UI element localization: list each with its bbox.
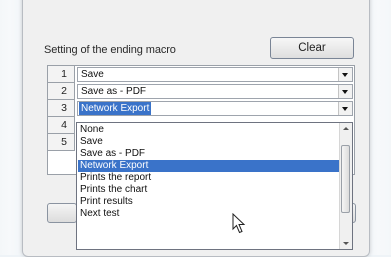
scroll-down-icon[interactable]	[340, 237, 352, 249]
mouse-pointer-icon	[232, 213, 246, 234]
scroll-thumb[interactable]	[341, 145, 350, 213]
dropdown-option[interactable]: Prints the report	[78, 172, 340, 184]
macro-select-value: Network Export	[79, 102, 152, 115]
dropdown-option[interactable]: Save	[78, 136, 340, 148]
grid-row: 1 Save	[48, 66, 354, 83]
dropdown-option[interactable]: Prints the chart	[78, 184, 340, 196]
row-number: 2	[48, 83, 75, 100]
bottom-left-button[interactable]	[47, 203, 77, 223]
macro-select[interactable]: Save	[77, 67, 353, 82]
macro-select-value: Save	[81, 69, 104, 80]
dropdown-scrollbar[interactable]	[339, 123, 352, 249]
macro-select-value: Save as - PDF	[81, 86, 147, 97]
grid-row: 2 Save as - PDF	[48, 83, 354, 100]
dropdown-option-selected[interactable]: Network Export	[78, 160, 340, 172]
section-title: Setting of the ending macro	[44, 44, 176, 56]
scroll-up-icon[interactable]	[340, 123, 352, 135]
dropdown-option[interactable]: Next test	[78, 208, 340, 220]
row-number: 1	[48, 66, 75, 83]
clear-button[interactable]: Clear	[270, 37, 354, 59]
macro-dropdown-list[interactable]: None Save Save as - PDF Network Export P…	[76, 122, 353, 250]
dropdown-option[interactable]: None	[78, 124, 340, 136]
chevron-down-icon[interactable]	[338, 102, 352, 115]
grid-row: 3 Network Export	[48, 100, 354, 117]
macro-select[interactable]: Network Export	[77, 101, 353, 116]
chevron-down-icon[interactable]	[338, 85, 352, 98]
macro-select[interactable]: Save as - PDF	[77, 84, 353, 99]
dropdown-option[interactable]: Print results	[78, 196, 340, 208]
dropdown-option[interactable]: Save as - PDF	[78, 148, 340, 160]
row-number: 3	[48, 100, 75, 117]
row-number: 5	[48, 134, 75, 151]
chevron-down-icon[interactable]	[338, 68, 352, 81]
row-number: 4	[48, 117, 75, 134]
